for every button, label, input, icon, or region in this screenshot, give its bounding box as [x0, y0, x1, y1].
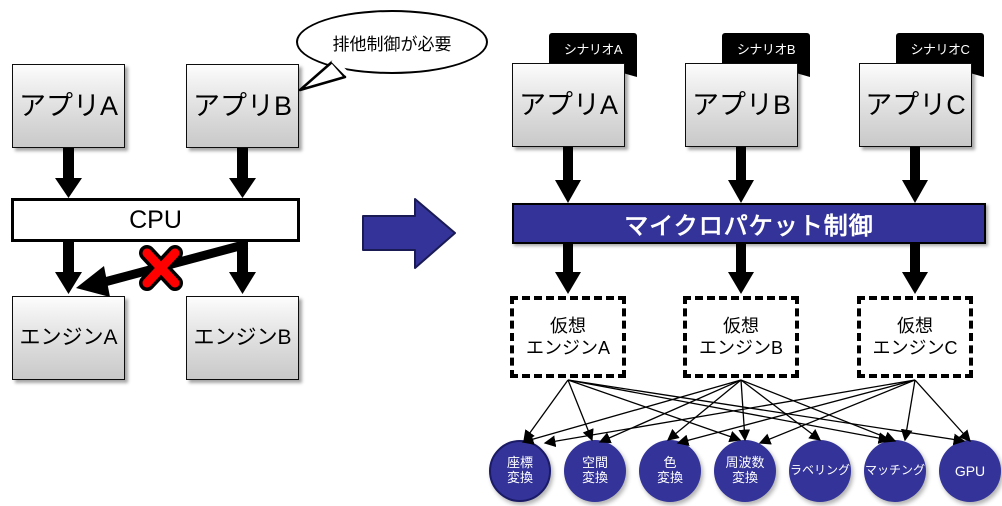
- right-app-c-box: アプリC: [859, 63, 972, 147]
- cross-access-arrow: [76, 239, 249, 297]
- virtual-engine-a-line1: 仮想: [549, 315, 586, 336]
- resource-4-line1: ラベリング: [789, 463, 850, 478]
- resource-circle-frequency-transform: 周波数 変換: [714, 440, 776, 502]
- scenario-a-label: シナリオA: [563, 42, 623, 57]
- control-to-vengine-c-arrow: [902, 244, 928, 294]
- left-engine-a-box: エンジンA: [12, 296, 125, 380]
- left-app-b-box: アプリB: [186, 64, 299, 148]
- exclusive-control-callout: 排他制御が必要: [296, 10, 488, 74]
- resource-1-line1: 空間: [581, 455, 608, 471]
- virtual-engine-b-line1: 仮想: [722, 315, 759, 336]
- scenario-b-label: シナリオB: [736, 42, 796, 57]
- control-to-vengine-b-arrow: [728, 244, 754, 294]
- right-app-b-label: アプリB: [691, 89, 791, 120]
- resource-2-line1: 色: [663, 455, 677, 471]
- left-app-b-to-cpu-arrow: [229, 148, 256, 198]
- right-app-b-box: アプリB: [685, 63, 798, 147]
- left-app-a-to-cpu-arrow: [55, 148, 82, 198]
- left-engine-b-label: エンジンB: [193, 325, 292, 349]
- left-engine-b-box: エンジンB: [186, 296, 299, 380]
- cpu-label: CPU: [129, 205, 182, 234]
- vengine-a-fanout-arrows: [523, 379, 966, 446]
- right-app-a-box: アプリA: [512, 63, 625, 147]
- resource-circle-spatial-transform: 空間 変換: [564, 440, 626, 502]
- right-app-a-to-control-arrow: [555, 147, 581, 203]
- cpu-box: CPU: [11, 198, 300, 242]
- resource-circle-labeling: ラベリング: [789, 440, 851, 502]
- virtual-engine-b-box: 仮想 エンジンB: [683, 296, 799, 378]
- right-app-a-label: アプリA: [518, 89, 618, 120]
- left-app-a-label: アプリA: [18, 90, 118, 121]
- transition-arrow-icon: [362, 198, 456, 269]
- left-engine-a-label: エンジンA: [19, 325, 118, 349]
- connector-overlay: [55, 58, 971, 448]
- resource-6-line1: GPU: [954, 462, 986, 479]
- resource-circle-coordinate-transform: 座標 変換: [489, 440, 551, 502]
- vengine-c-fanout-arrows: [543, 379, 971, 448]
- virtual-engine-c-line1: 仮想: [897, 315, 933, 336]
- resource-3-line1: 周波数: [725, 455, 765, 471]
- resource-circle-matching: マッチング: [864, 440, 926, 502]
- resource-circle-color-transform: 色 変換: [639, 440, 701, 502]
- virtual-engine-c-line2: エンジンC: [872, 338, 958, 358]
- resource-1-line2: 変換: [581, 470, 608, 485]
- resource-0-line1: 座標: [506, 455, 533, 471]
- right-app-c-to-control-arrow: [902, 147, 928, 203]
- red-x-icon: [139, 245, 183, 291]
- right-app-b-to-control-arrow: [728, 147, 754, 203]
- vengine-b-fanout-arrows: [521, 379, 897, 445]
- resource-circle-gpu: GPU: [939, 440, 1001, 502]
- resource-0-line2: 変換: [506, 470, 533, 485]
- scenario-c-label: シナリオC: [910, 42, 970, 57]
- micropacket-control-label: マイクロパケット制御: [624, 213, 874, 240]
- left-app-b-label: アプリB: [192, 90, 292, 121]
- micropacket-control-bar: マイクロパケット制御: [512, 203, 986, 244]
- virtual-engine-a-line2: エンジンA: [525, 338, 610, 358]
- cpu-to-engine-b-arrow: [229, 242, 256, 294]
- left-app-a-box: アプリA: [12, 64, 125, 148]
- exclusive-control-callout-text: 排他制御が必要: [332, 34, 452, 54]
- resource-3-line2: 変換: [731, 470, 758, 485]
- virtual-engine-a-box: 仮想 エンジンA: [510, 296, 626, 378]
- control-to-vengine-a-arrow: [555, 244, 581, 294]
- resource-5-line1: マッチング: [864, 463, 925, 478]
- cpu-to-engine-a-arrow: [55, 242, 82, 294]
- virtual-engine-c-box: 仮想 エンジンC: [857, 296, 973, 378]
- right-app-c-label: アプリC: [865, 89, 966, 120]
- virtual-engine-b-line2: エンジンB: [698, 338, 783, 358]
- diagram-canvas: アプリA アプリB 排他制御が必要 CPU エンジンA エンジンB シナリオA …: [0, 0, 1002, 506]
- resource-2-line2: 変換: [656, 470, 683, 485]
